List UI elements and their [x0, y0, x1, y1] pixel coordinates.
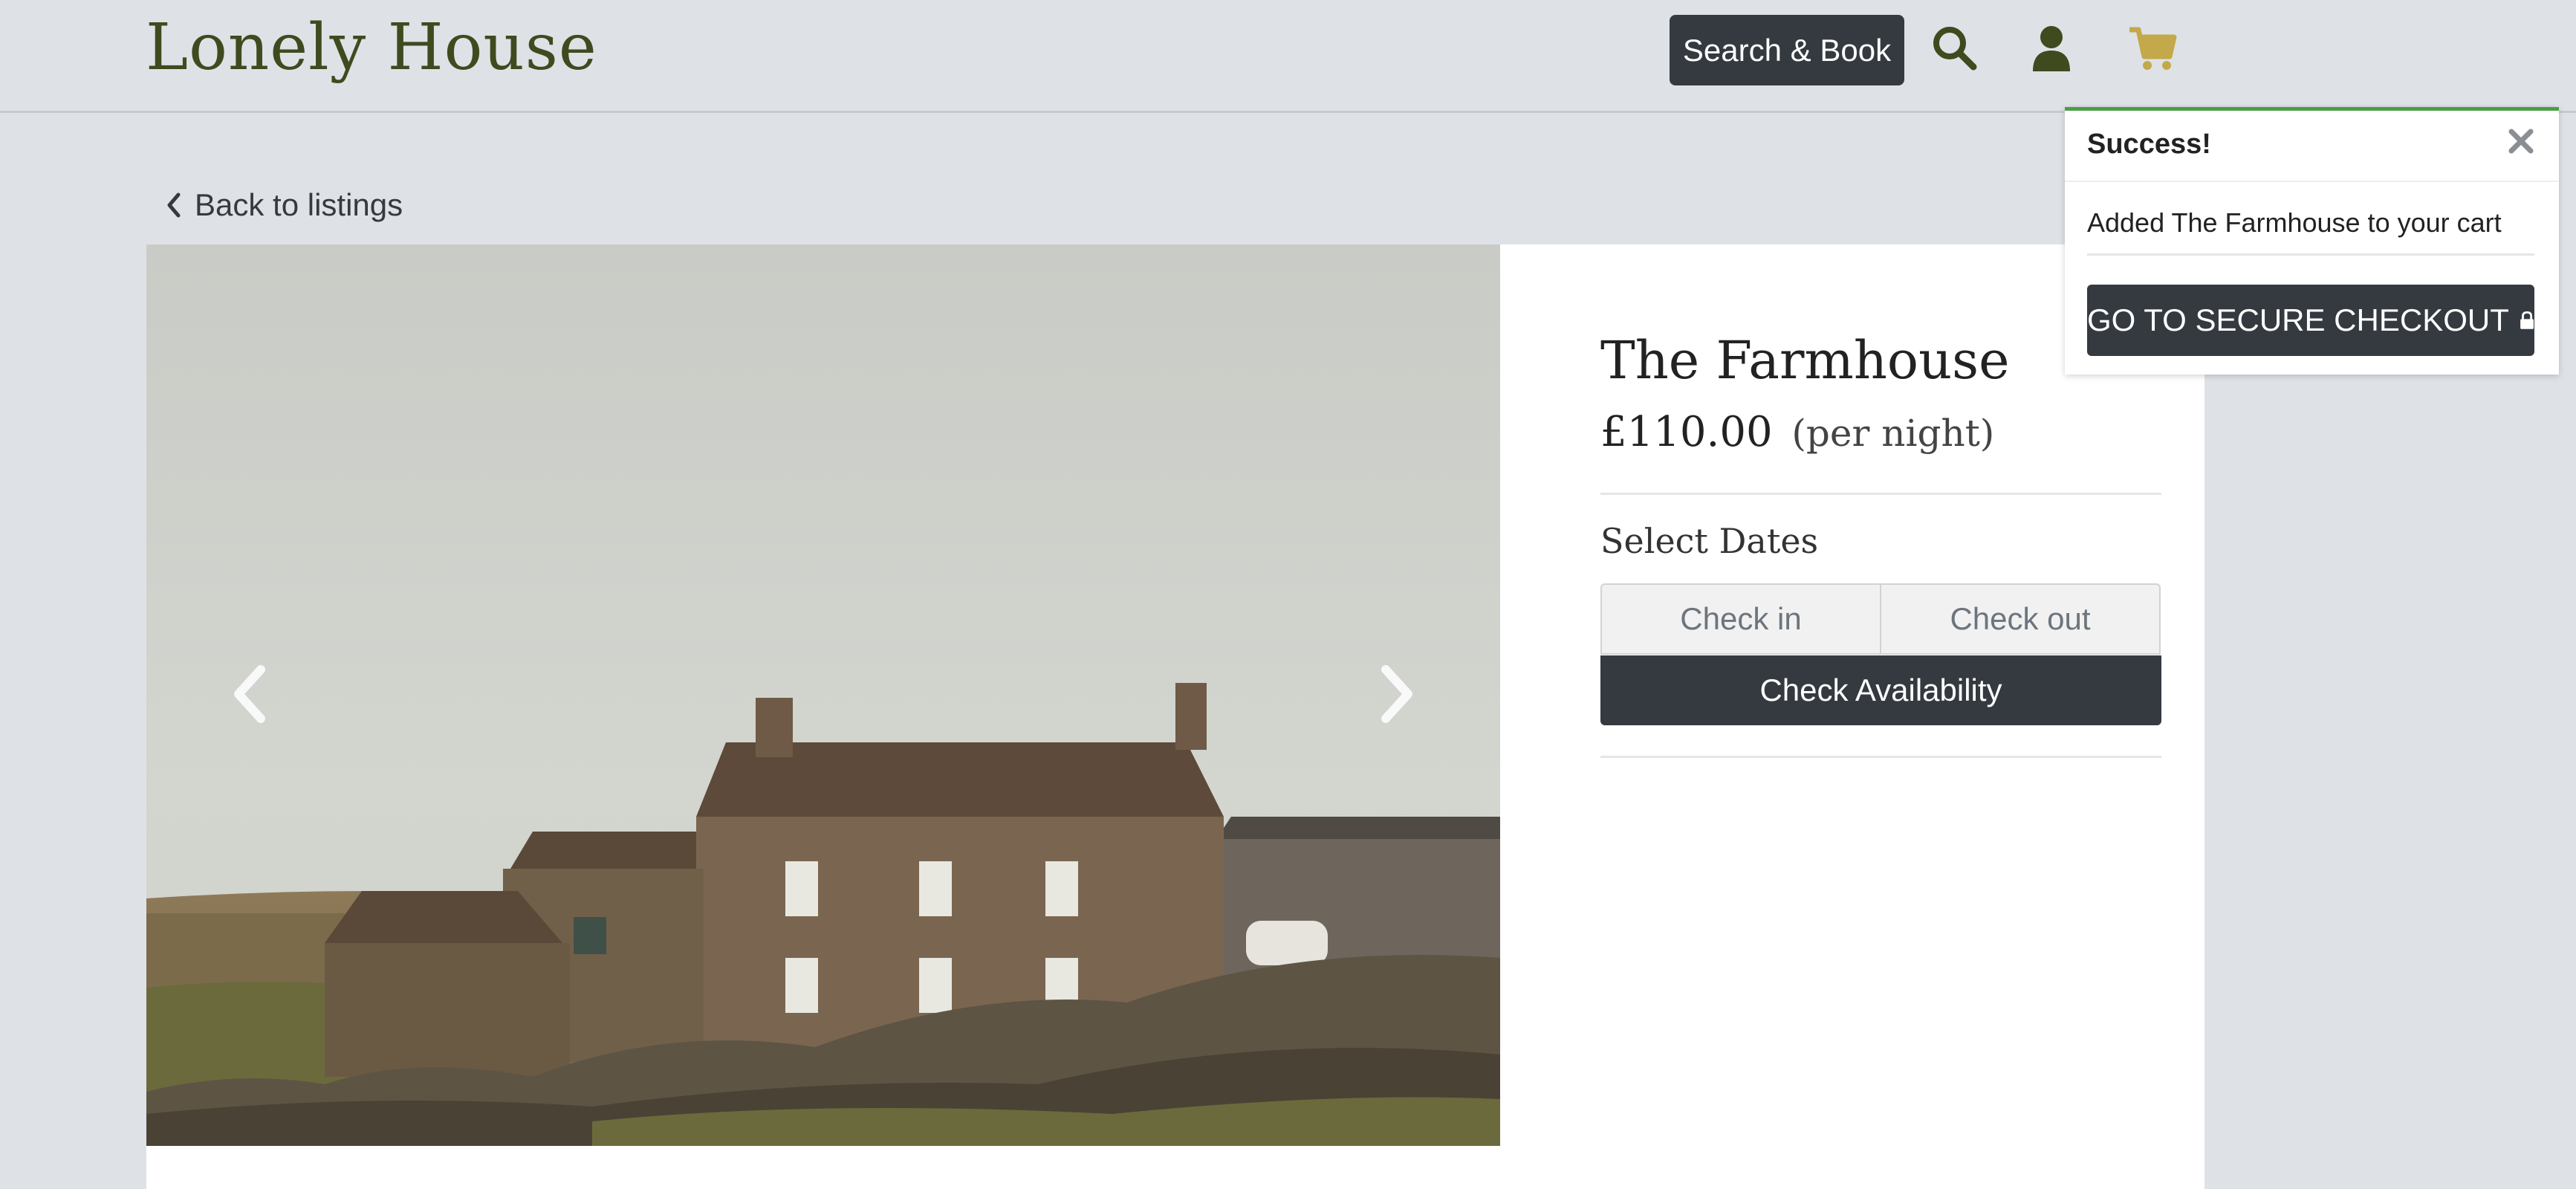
lock-icon [2520, 311, 2534, 329]
listing-card: The Farmhouse £110.00 (per night) Select… [146, 244, 2204, 1189]
chevron-left-icon [167, 192, 181, 218]
select-dates-label: Select Dates [1600, 521, 1819, 561]
toast-header: Success! [2065, 111, 2559, 182]
divider [1600, 756, 2161, 758]
divider [1600, 493, 2161, 495]
secure-checkout-button[interactable]: GO TO SECURE CHECKOUT [2087, 285, 2534, 356]
price-value: £110.00 [1600, 408, 1773, 456]
back-to-listings-link[interactable]: Back to listings [165, 187, 403, 223]
price-unit: (per night) [1791, 412, 1995, 455]
site-logo[interactable]: Lonely House [146, 10, 597, 85]
toast-title: Success! [2087, 129, 2211, 160]
price-row: £110.00 (per night) [1600, 408, 1994, 456]
check-in-field[interactable]: Check in [1600, 583, 1881, 655]
farmhouse-photo [146, 244, 1500, 1146]
carousel-next-icon[interactable] [1374, 661, 1418, 728]
user-icon[interactable] [2025, 22, 2077, 74]
carousel-prev-icon[interactable] [228, 661, 273, 728]
close-icon[interactable] [2504, 124, 2538, 158]
back-link-label: Back to listings [195, 187, 403, 222]
check-out-field[interactable]: Check out [1880, 583, 2161, 655]
toast-message: Added The Farmhouse to your cart [2087, 207, 2502, 238]
divider [2087, 253, 2534, 256]
search-icon[interactable] [1929, 22, 1981, 74]
cart-icon[interactable] [2126, 22, 2178, 74]
check-availability-button[interactable]: Check Availability [1600, 655, 2161, 725]
listing-photo-carousel[interactable] [146, 244, 1500, 1146]
site-header: Lonely House Search & Book [0, 0, 2576, 113]
search-and-book-button[interactable]: Search & Book [1670, 15, 1904, 85]
property-title: The Farmhouse [1600, 330, 2010, 391]
success-toast: Success! Added The Farmhouse to your car… [2065, 107, 2559, 375]
checkout-label: GO TO SECURE CHECKOUT [2087, 302, 2509, 337]
